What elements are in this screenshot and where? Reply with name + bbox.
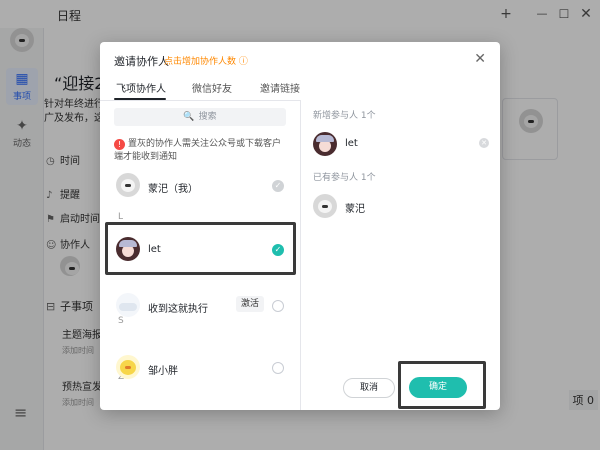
- tab-wechat-friends[interactable]: 微信好友: [192, 80, 232, 95]
- member-name: 蒙汜: [345, 204, 365, 215]
- tab-feixiang-collaborators[interactable]: 飞项协作人: [116, 80, 166, 95]
- contact-name: 蒙汜（我）: [148, 184, 198, 195]
- search-icon: 🔍: [183, 112, 195, 122]
- contact-row[interactable]: 收到这就执行 激活: [100, 286, 300, 326]
- existing-member-row: 蒙汜: [301, 190, 500, 226]
- member-name: let: [345, 138, 358, 149]
- new-member-row: let ✕: [301, 128, 500, 164]
- activate-button[interactable]: 激活: [235, 296, 264, 312]
- highlight-box-confirm: [398, 361, 486, 409]
- contact-name: 邹小胖: [148, 366, 178, 377]
- dialog-header: 邀请协作人 点击增加协作人数 ⓘ ✕: [100, 42, 500, 76]
- contact-avatar: [116, 173, 140, 197]
- dialog-tabs: 飞项协作人 微信好友 邀请链接: [100, 76, 300, 100]
- existing-members-label: 已有参与人 1个: [313, 173, 376, 183]
- contact-row[interactable]: 蒙汜（我） ✓: [100, 166, 300, 206]
- cancel-button[interactable]: 取消: [343, 378, 395, 398]
- gray-notice-text: 置灰的协作人需关注公众号或下载客户端才能收到通知: [114, 139, 282, 162]
- index-letter: L: [118, 212, 124, 222]
- search-input[interactable]: 🔍 搜索: [114, 108, 286, 126]
- info-icon: ⓘ: [238, 57, 248, 67]
- unchecked-icon[interactable]: [272, 300, 284, 312]
- dialog-title: 邀请协作人: [114, 55, 169, 68]
- tab-invite-link[interactable]: 邀请链接: [260, 80, 300, 95]
- add-collaborator-count-text: 点击增加协作人数: [164, 57, 237, 67]
- new-members-label: 新增参与人 1个: [313, 111, 376, 121]
- contact-avatar: [116, 355, 140, 379]
- dialog-close-icon[interactable]: ✕: [474, 51, 486, 67]
- unchecked-icon[interactable]: [272, 362, 284, 374]
- gray-notice: ! 置灰的协作人需关注公众号或下载客户端才能收到通知: [114, 138, 286, 164]
- checked-disabled-icon: ✓: [272, 180, 284, 192]
- highlight-box-let: [105, 222, 296, 275]
- warning-icon: !: [114, 139, 125, 150]
- contact-avatar: [116, 293, 140, 317]
- add-collaborator-count-link[interactable]: 点击增加协作人数 ⓘ: [164, 54, 248, 67]
- contact-name: 收到这就执行: [148, 304, 208, 315]
- remove-icon[interactable]: ✕: [479, 138, 489, 148]
- contact-row[interactable]: 邹小胖: [100, 348, 300, 388]
- search-placeholder: 搜索: [198, 112, 217, 122]
- member-avatar: [313, 194, 337, 218]
- member-avatar: [313, 132, 337, 156]
